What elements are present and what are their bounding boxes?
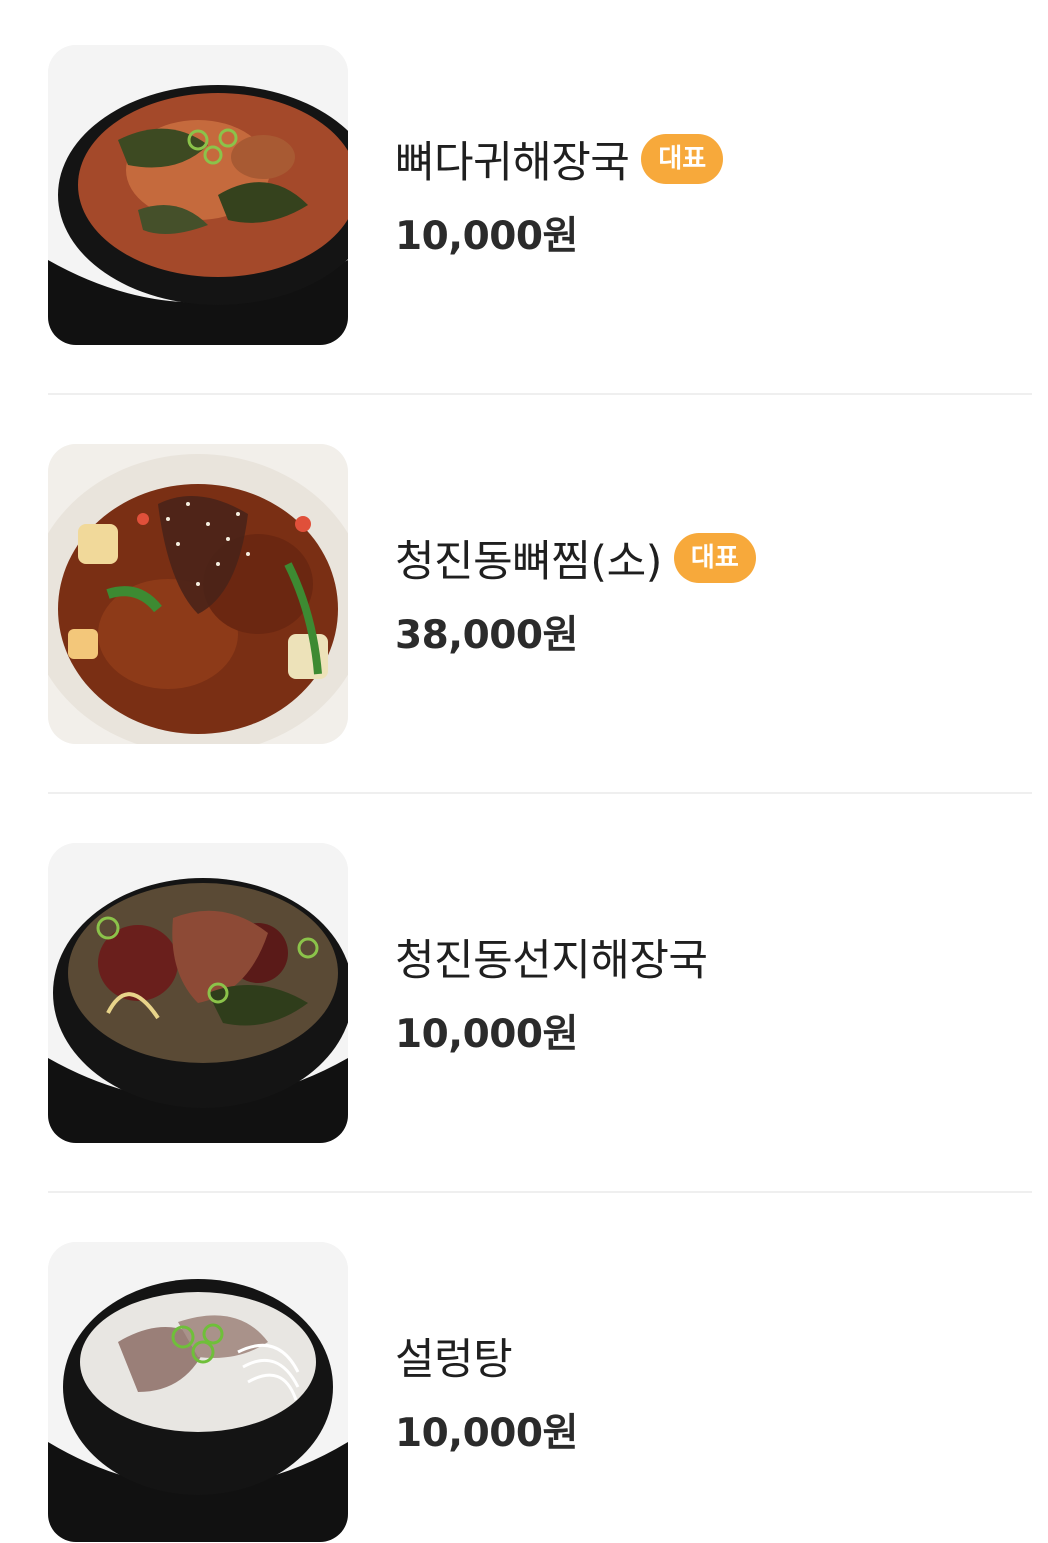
pork-bone-soup-image <box>48 45 348 345</box>
menu-item[interactable]: 뼈다귀해장국 대표 10,000원 <box>48 45 1032 345</box>
menu-list: 뼈다귀해장국 대표 10,000원 청진동뼈찜(소) 대표 38,000원 청진… <box>0 0 1048 1543</box>
menu-item-price: 38,000원 <box>395 613 578 658</box>
menu-item-name: 청진동선지해장국 <box>395 936 708 986</box>
menu-item-title-row: 청진동선지해장국 <box>395 927 708 987</box>
menu-item-image[interactable] <box>48 444 348 744</box>
signature-badge: 대표 <box>673 533 756 583</box>
menu-item-title-row: 설렁탕 <box>395 1326 513 1386</box>
menu-item-info: 청진동뼈찜(소) 대표 38,000원 <box>395 444 1015 744</box>
menu-item-title-row: 청진동뼈찜(소) 대표 <box>395 528 756 588</box>
braised-pork-bone-image <box>48 444 348 744</box>
menu-item-price: 10,000원 <box>395 214 578 259</box>
menu-item-name: 설렁탕 <box>395 1335 513 1385</box>
menu-item-image[interactable] <box>48 1242 348 1542</box>
item-divider <box>48 1191 1032 1193</box>
menu-item-price: 10,000원 <box>395 1012 578 1057</box>
menu-item[interactable]: 청진동선지해장국 10,000원 <box>48 843 1032 1143</box>
signature-badge: 대표 <box>641 134 724 184</box>
menu-item-name: 뼈다귀해장국 <box>395 138 630 188</box>
menu-item[interactable]: 청진동뼈찜(소) 대표 38,000원 <box>48 444 1032 744</box>
item-divider <box>48 393 1032 395</box>
menu-item-title-row: 뼈다귀해장국 대표 <box>395 129 724 189</box>
menu-item-price: 10,000원 <box>395 1411 578 1456</box>
menu-item-image[interactable] <box>48 843 348 1143</box>
menu-item-info: 청진동선지해장국 10,000원 <box>395 843 1015 1143</box>
blood-sausage-soup-image <box>48 843 348 1143</box>
item-divider <box>48 792 1032 794</box>
ox-bone-soup-image <box>48 1242 348 1542</box>
menu-item[interactable]: 설렁탕 10,000원 <box>48 1242 1032 1542</box>
menu-item-info: 뼈다귀해장국 대표 10,000원 <box>395 45 1015 345</box>
menu-item-image[interactable] <box>48 45 348 345</box>
menu-item-name: 청진동뼈찜(소) <box>395 537 662 587</box>
menu-item-info: 설렁탕 10,000원 <box>395 1242 1015 1542</box>
